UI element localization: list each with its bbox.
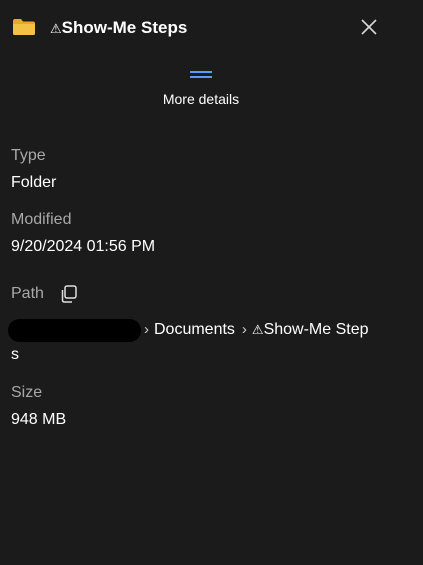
modified-value: 9/20/2024 01:56 PM	[11, 238, 156, 255]
path-label: Path	[11, 285, 44, 302]
breadcrumb-item-folder[interactable]: Show-Me Step	[264, 321, 369, 338]
chevron-right-icon: ›	[144, 321, 149, 338]
page-title: ⚠Show-Me Steps	[50, 18, 187, 38]
size-label: Size	[11, 384, 43, 401]
close-button[interactable]	[358, 16, 380, 38]
breadcrumb[interactable]: › Documents › ⚠Show-Me Step	[142, 321, 369, 339]
type-label: Type	[11, 147, 46, 164]
details-pane: ⚠Show-Me Steps More details Type Folder …	[0, 0, 423, 565]
size-value: 948 MB	[11, 411, 67, 428]
breadcrumb-item-documents[interactable]: Documents	[154, 321, 235, 338]
modified-label: Modified	[11, 211, 72, 228]
warning-glyph: ⚠	[50, 21, 62, 36]
path-wrap-text: s	[11, 346, 19, 363]
more-details-button[interactable]: More details	[140, 64, 262, 112]
chevron-right-icon: ›	[241, 321, 247, 338]
more-details-label: More details	[162, 91, 240, 107]
type-value: Folder	[11, 174, 57, 191]
close-icon	[361, 19, 377, 35]
folder-name: Show-Me Steps	[61, 18, 188, 37]
copy-icon[interactable]	[59, 284, 79, 304]
details-header: ⚠Show-Me Steps	[0, 0, 423, 56]
redacted-path-segment	[8, 319, 141, 342]
warning-glyph: ⚠	[251, 322, 264, 337]
folder-icon	[13, 19, 35, 35]
menu-lines-icon	[190, 71, 212, 78]
